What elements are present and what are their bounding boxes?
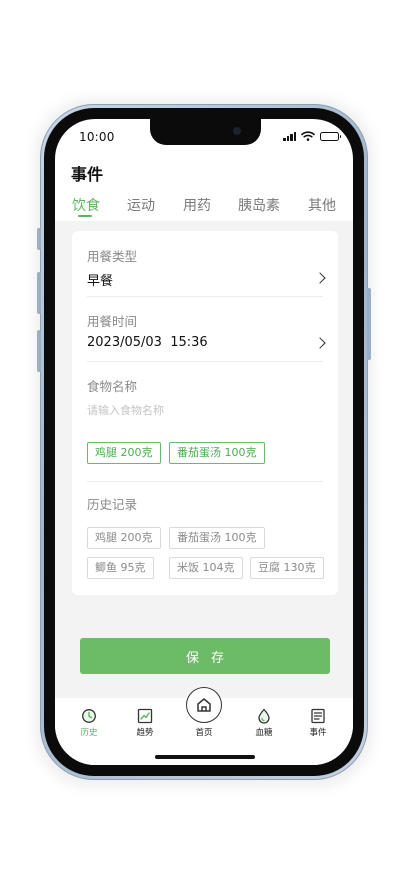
tab-medication[interactable]: 用药: [183, 195, 211, 215]
home-indicator: [155, 755, 255, 759]
meal-type-value: 早餐: [87, 274, 114, 289]
history-food-chip[interactable]: 番茄蛋汤 100克: [169, 527, 265, 549]
meal-time-value: 2023/05/03 15:36: [87, 335, 208, 350]
nav-trend[interactable]: 趋势: [125, 708, 165, 738]
phone-silent-switch: [37, 228, 41, 250]
divider: [87, 296, 323, 297]
history-food-chip[interactable]: 鲫鱼 95克: [87, 557, 154, 579]
meal-type-row[interactable]: 早餐: [72, 263, 338, 295]
tab-insulin[interactable]: 胰岛素: [238, 195, 280, 215]
nav-history[interactable]: 历史: [69, 708, 109, 738]
divider: [87, 481, 323, 482]
history-food-chip[interactable]: 豆腐 130克: [250, 557, 324, 579]
content-area: 用餐类型 早餐 用餐时间 2023/05/03 15:36 食物名称 鸡腿 20…: [55, 221, 353, 698]
phone-power-button: [367, 288, 371, 360]
status-icons: [283, 131, 341, 141]
cellular-signal-icon: [283, 131, 296, 141]
nav-glucose[interactable]: 血糖: [244, 708, 284, 738]
history-food-chip[interactable]: 米饭 104克: [169, 557, 243, 579]
phone-volume-down: [37, 330, 41, 372]
diet-form-card: 用餐类型 早餐 用餐时间 2023/05/03 15:36 食物名称 鸡腿 20…: [72, 231, 338, 595]
history-label: 历史记录: [87, 497, 138, 512]
chevron-right-icon: [314, 337, 326, 349]
nav-history-label: 历史: [80, 728, 98, 738]
active-tab-indicator: [78, 215, 92, 217]
phone-volume-up: [37, 272, 41, 314]
camera-icon: [233, 127, 241, 135]
notch: [150, 119, 261, 145]
app-screen: 10:00 事件 饮食 运动 用药 胰岛素 其他 用餐类型 早餐 用餐时间 20…: [55, 119, 353, 765]
page-title: 事件: [71, 165, 104, 184]
save-button[interactable]: 保存: [80, 638, 330, 674]
tab-other[interactable]: 其他: [308, 195, 336, 215]
event-list-icon: [311, 708, 325, 724]
food-name-input[interactable]: [87, 401, 323, 419]
divider: [87, 361, 323, 362]
nav-trend-label: 趋势: [136, 728, 154, 738]
history-clock-icon: [82, 709, 96, 723]
nav-glucose-label: 血糖: [255, 728, 273, 738]
home-icon: [197, 698, 211, 712]
meal-time-row[interactable]: 2023/05/03 15:36: [72, 328, 338, 360]
nav-home-label: 首页: [195, 728, 213, 738]
history-food-chip[interactable]: 鸡腿 200克: [87, 527, 161, 549]
chevron-right-icon: [314, 272, 326, 284]
tab-diet[interactable]: 饮食: [72, 195, 100, 215]
nav-events-label: 事件: [309, 728, 327, 738]
trend-chart-icon: [137, 708, 153, 724]
nav-home[interactable]: [186, 687, 222, 723]
selected-food-chip[interactable]: 鸡腿 200克: [87, 442, 161, 464]
wifi-icon: [301, 131, 315, 141]
status-time: 10:00: [79, 130, 115, 144]
tab-exercise[interactable]: 运动: [127, 195, 155, 215]
event-tabs: 饮食 运动 用药 胰岛素 其他: [55, 195, 353, 221]
selected-food-chip[interactable]: 番茄蛋汤 100克: [169, 442, 265, 464]
blood-drop-icon: [258, 708, 270, 724]
food-name-label: 食物名称: [87, 379, 138, 394]
nav-events[interactable]: 事件: [298, 708, 338, 738]
battery-icon: [320, 131, 341, 141]
